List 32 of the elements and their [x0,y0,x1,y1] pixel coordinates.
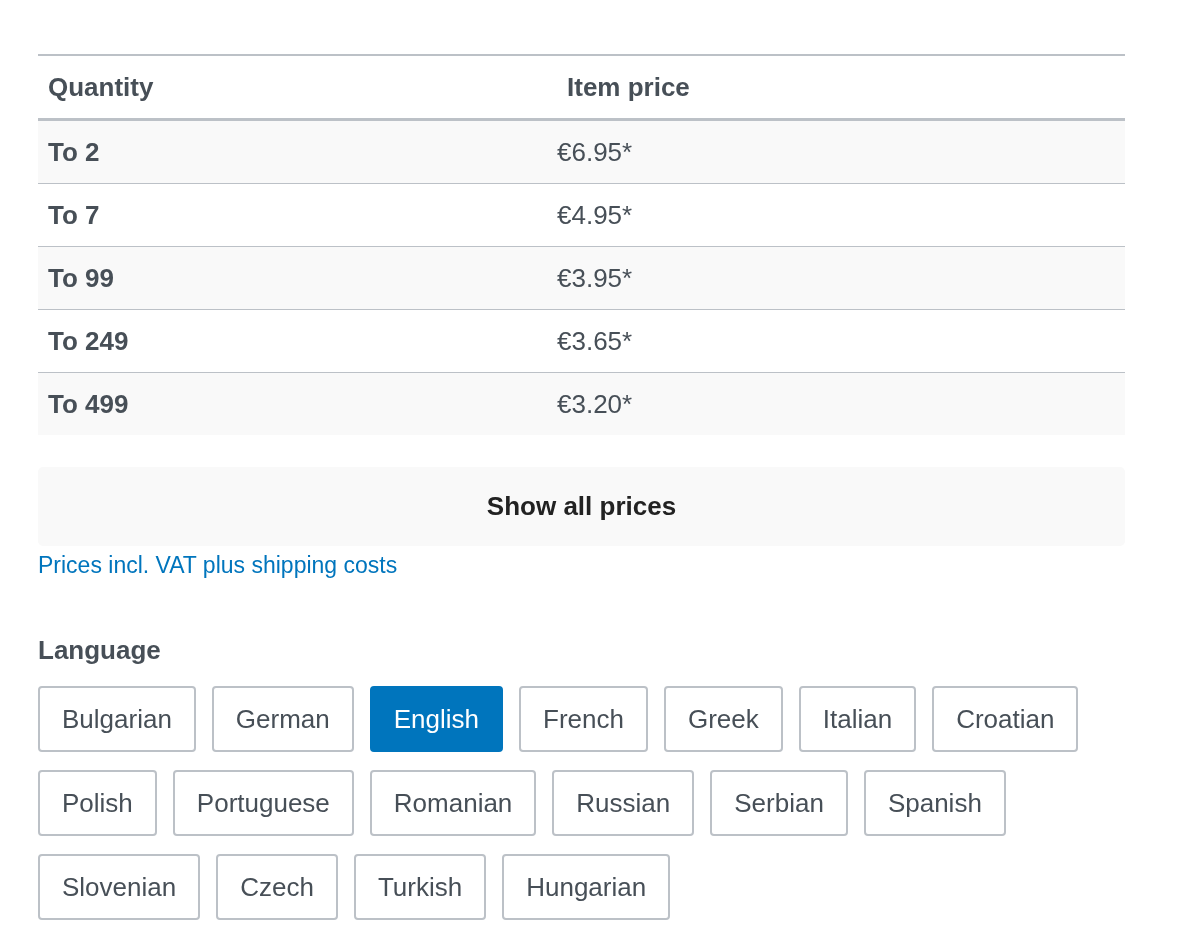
price-cell: €3.20* [557,388,633,420]
language-option[interactable]: Romanian [369,770,537,836]
quantity-cell-text: To 2 [47,136,100,168]
price-cell: €4.95* [557,199,633,231]
price-cell: €3.65* [557,325,633,357]
language-option[interactable]: Hungarian [502,854,671,920]
language-option[interactable]: Spanish [863,770,1006,836]
quantity-cell-text: To 249 [47,325,129,357]
language-option[interactable]: Turkish [353,854,487,920]
language-option[interactable]: Bulgarian [38,686,196,752]
show-all-prices-button[interactable]: Show all prices [38,467,1125,546]
language-option[interactable]: Russian [552,770,695,836]
price-cell: €3.95* [557,262,633,294]
language-option[interactable]: Slovenian [38,854,201,920]
language-option[interactable]: German [211,686,354,752]
language-option[interactable]: Serbian [710,770,848,836]
language-option[interactable]: Polish [38,770,157,836]
vat-shipping-link[interactable]: Prices incl. VAT plus shipping costs [38,552,398,579]
language-option[interactable]: English [369,686,504,752]
language-option[interactable]: French [519,686,648,752]
language-option[interactable]: Portuguese [172,770,354,836]
language-option[interactable]: Greek [664,686,783,752]
price-cell: €6.95* [557,136,633,168]
column-header: Item price [566,71,690,103]
column-header: Quantity [47,71,154,103]
quantity-cell-text: To 7 [47,199,100,231]
quantity-cell-text: To 499 [47,388,129,420]
language-label: Language [38,635,162,666]
language-option[interactable]: Czech [216,854,338,920]
language-option[interactable]: Croatian [932,686,1079,752]
language-option[interactable]: Italian [798,686,917,752]
quantity-cell-text: To 99 [47,262,114,294]
